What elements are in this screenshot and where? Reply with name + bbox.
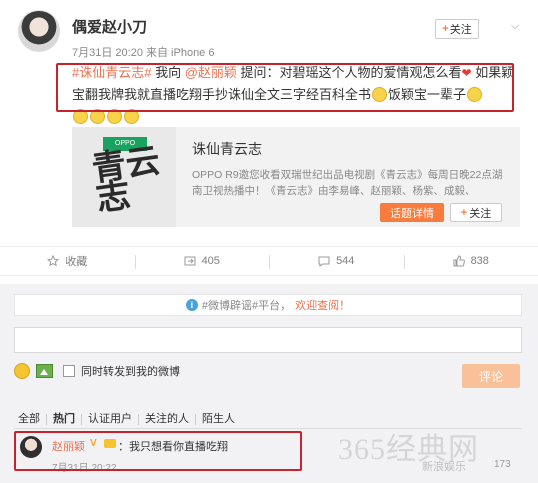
follow-button-label: 关注: [449, 24, 472, 36]
favorite-action[interactable]: 收藏: [0, 247, 135, 275]
repost-checkbox-label: 同时转发到我的微博: [81, 366, 180, 378]
share-card[interactable]: OPPO 青云志 诛仙青云志 OPPO R9邀您收看双瑞世纪出品电视剧《青云志》…: [72, 127, 520, 227]
follow-button[interactable]: + 关注: [435, 19, 479, 39]
comment-action[interactable]: 544: [269, 247, 404, 275]
notice-text: #微博辟谣#平台，: [201, 300, 292, 312]
calligraphy-title: 青云志: [89, 140, 163, 220]
repost-checkbox[interactable]: [63, 365, 75, 377]
like-count: 838: [470, 255, 489, 267]
comment-icon: [318, 256, 330, 267]
filter-all[interactable]: 全部: [18, 414, 46, 425]
comment-like-count[interactable]: 173: [494, 459, 511, 470]
highlight-box: [56, 63, 514, 112]
share-thumbnail: OPPO 青云志: [72, 127, 176, 227]
comment-tools: 同时转发到我的微博: [14, 362, 180, 380]
like-icon: [453, 255, 465, 267]
share-title[interactable]: 诛仙青云志: [192, 139, 262, 159]
repost-count: 405: [201, 255, 220, 267]
chevron-down-icon[interactable]: ⌵: [508, 20, 522, 34]
info-icon: i: [185, 299, 198, 311]
post-meta: 7月31日 20:20 来自 iPhone 6: [72, 47, 215, 59]
plus-icon: +: [442, 23, 449, 35]
rumor-notice[interactable]: i #微博辟谣#平台， 欢迎查阅！: [14, 294, 522, 316]
plus-icon: +: [460, 206, 468, 219]
repost-icon: [184, 256, 196, 266]
watermark-sub: 新浪娱乐: [422, 461, 466, 473]
notice-highlight: 欢迎查阅！: [295, 300, 351, 312]
share-description: OPPO R9邀您收看双瑞世纪出品电视剧《青云志》每周日晚22点湖南卫视热播中！…: [192, 169, 503, 197]
post-username[interactable]: 偶爱赵小刀: [72, 16, 147, 37]
user-avatar[interactable]: [18, 10, 60, 52]
like-action[interactable]: 838: [403, 247, 538, 275]
repost-action[interactable]: 405: [134, 247, 270, 275]
filter-verified[interactable]: 认证用户: [81, 414, 138, 425]
image-upload-icon[interactable]: [36, 364, 53, 378]
filter-strangers[interactable]: 陌生人: [195, 414, 241, 425]
filter-following[interactable]: 关注的人: [138, 414, 195, 425]
comment-filters: 全部 热门 认证用户 关注的人 陌生人: [18, 414, 241, 425]
topic-details-button[interactable]: 话题详情: [380, 203, 444, 222]
comment-input[interactable]: [14, 327, 522, 353]
share-follow-button[interactable]: + 关注: [450, 203, 502, 222]
comment-count: 544: [336, 255, 355, 267]
submit-comment-button[interactable]: 评论: [462, 364, 520, 388]
favorite-label: 收藏: [65, 256, 88, 268]
star-icon: [47, 255, 60, 267]
weibo-post-card: 偶爱赵小刀 7月31日 20:20 来自 iPhone 6 + 关注 ⌵ #诛仙…: [0, 0, 538, 483]
highlight-box: [14, 431, 302, 471]
share-follow-label: 关注: [469, 207, 492, 220]
emoji-picker-icon[interactable]: [14, 363, 30, 379]
action-bar: 收藏 405 544 838: [0, 246, 538, 276]
filter-hot[interactable]: 热门: [46, 414, 81, 425]
